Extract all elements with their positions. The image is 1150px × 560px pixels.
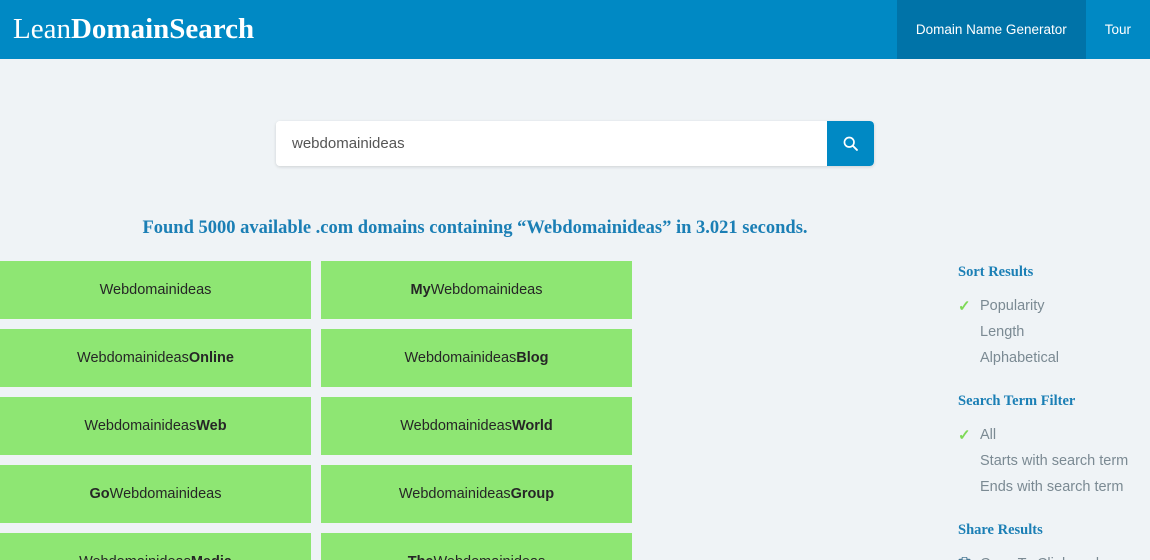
domain-results-grid: Webdomainideas MyWebdomainideas Webdomai… xyxy=(0,261,934,560)
sort-option-popularity[interactable]: ✓ Popularity xyxy=(958,293,1150,319)
main-nav: Domain Name Generator Tour xyxy=(897,0,1150,59)
check-icon: ✓ xyxy=(958,299,971,314)
clip-slot xyxy=(958,557,980,560)
clipboard-icon xyxy=(958,557,971,560)
domain-tile[interactable]: MyWebdomainideas xyxy=(321,261,632,319)
search-term-filter-group: Search Term Filter ✓ All Starts with sea… xyxy=(958,393,1150,500)
domain-text: TheWebdomainideas xyxy=(408,554,546,560)
logo-text-bold: DomainSearch xyxy=(71,13,254,45)
nav-item-tour[interactable]: Tour xyxy=(1086,0,1150,59)
search-section xyxy=(0,59,1150,166)
domain-text: WebdomainideasWorld xyxy=(400,418,553,434)
filter-option-label: Starts with search term xyxy=(980,453,1128,469)
domain-tile[interactable]: WebdomainideasOnline xyxy=(0,329,311,387)
site-logo[interactable]: LeanDomainSearch xyxy=(0,0,254,59)
share-results-group: Share Results Copy To Clipboard xyxy=(958,522,1150,560)
domain-tile[interactable]: TheWebdomainideas xyxy=(321,533,632,560)
domain-tile[interactable]: WebdomainideasWorld xyxy=(321,397,632,455)
search-button[interactable] xyxy=(827,121,874,166)
share-results-heading: Share Results xyxy=(958,522,1150,539)
sort-option-length[interactable]: Length xyxy=(958,319,1150,345)
sort-option-label: Popularity xyxy=(980,298,1044,314)
domain-text: WebdomainideasOnline xyxy=(77,350,234,366)
domain-tile[interactable]: WebdomainideasGroup xyxy=(321,465,632,523)
copy-to-clipboard-button[interactable]: Copy To Clipboard xyxy=(958,551,1150,560)
domain-text: WebdomainideasBlog xyxy=(405,350,549,366)
domain-tile[interactable]: Webdomainideas xyxy=(0,261,311,319)
domain-text: GoWebdomainideas xyxy=(90,486,222,502)
domain-tile[interactable]: WebdomainideasBlog xyxy=(321,329,632,387)
filter-option-all[interactable]: ✓ All xyxy=(958,422,1150,448)
filter-option-ends-with[interactable]: Ends with search term xyxy=(958,474,1150,500)
nav-item-label: Domain Name Generator xyxy=(916,22,1067,37)
copy-to-clipboard-label: Copy To Clipboard xyxy=(980,556,1099,560)
domain-tile[interactable]: GoWebdomainideas xyxy=(0,465,311,523)
logo-text-light: Lean xyxy=(13,13,71,45)
filter-option-label: Ends with search term xyxy=(980,479,1123,495)
domain-tile[interactable]: WebdomainideasWeb xyxy=(0,397,311,455)
domain-tile[interactable]: WebdomainideasMedia xyxy=(0,533,311,560)
domain-text: WebdomainideasWeb xyxy=(84,418,226,434)
app-header: LeanDomainSearch Domain Name Generator T… xyxy=(0,0,1150,59)
sort-results-group: Sort Results ✓ Popularity Length Alphabe… xyxy=(958,264,1150,371)
filter-option-label: All xyxy=(980,427,996,443)
page-content: Webdomainideas MyWebdomainideas Webdomai… xyxy=(0,239,1150,560)
results-sidebar: Sort Results ✓ Popularity Length Alphabe… xyxy=(934,261,1150,560)
search-icon xyxy=(842,135,859,152)
nav-item-label: Tour xyxy=(1105,22,1131,37)
check-slot: ✓ xyxy=(958,428,980,443)
sort-results-heading: Sort Results xyxy=(958,264,1150,281)
search-box xyxy=(276,121,874,166)
sort-option-label: Length xyxy=(980,324,1024,340)
domain-text: WebdomainideasGroup xyxy=(399,486,554,502)
search-input[interactable] xyxy=(276,121,827,166)
sort-option-label: Alphabetical xyxy=(980,350,1059,366)
search-term-filter-heading: Search Term Filter xyxy=(958,393,1150,410)
check-slot: ✓ xyxy=(958,299,980,314)
results-headline: Found 5000 available .com domains contai… xyxy=(0,166,1150,239)
nav-item-domain-name-generator[interactable]: Domain Name Generator xyxy=(897,0,1086,59)
domain-text: WebdomainideasMedia xyxy=(79,554,232,560)
check-icon: ✓ xyxy=(958,428,971,443)
filter-option-starts-with[interactable]: Starts with search term xyxy=(958,448,1150,474)
sort-option-alphabetical[interactable]: Alphabetical xyxy=(958,345,1150,371)
domain-text: Webdomainideas xyxy=(100,282,212,298)
domain-text: MyWebdomainideas xyxy=(411,282,543,298)
